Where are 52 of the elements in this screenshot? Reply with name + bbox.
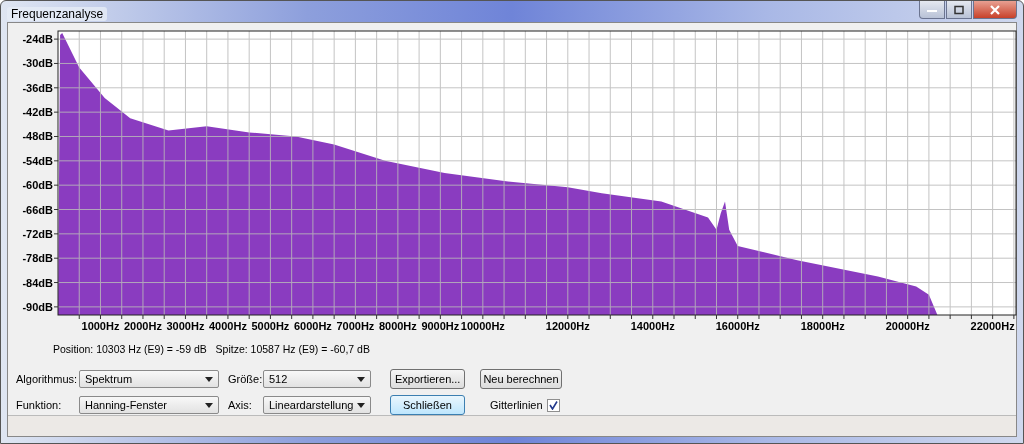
axis-label: -36dB: [22, 81, 53, 94]
maximize-button[interactable]: [946, 1, 972, 19]
field-label: Funktion:: [16, 399, 63, 411]
position-readout: Position: 10303 Hz (E9) = -59 dB Spitze: 10587 Hz (E9) = -60,7 dB: [53, 343, 371, 355]
axis-label: 3000Hz: [166, 320, 205, 332]
caret-icon: [205, 402, 213, 408]
axis-label: -24dB: [22, 33, 53, 46]
axis-label: -78dB: [22, 252, 53, 265]
axis-label: 7000Hz: [336, 320, 375, 332]
axis-label: 20000Hz: [885, 320, 930, 332]
close-icon: [988, 4, 1002, 15]
caret-icon: [205, 376, 213, 382]
field-label: Axis:: [228, 399, 253, 411]
axis-label: 14000Hz: [630, 320, 675, 332]
axis-label: 12000Hz: [545, 320, 590, 332]
field-label: Größe:: [228, 373, 263, 385]
caret-icon: [357, 402, 365, 408]
axis-label: 1000Hz: [81, 320, 120, 332]
axis-label: 18000Hz: [800, 320, 845, 332]
axis-label: 16000Hz: [715, 320, 760, 332]
window-title: Frequenzanalyse: [7, 7, 108, 21]
axis-label: -66dB: [22, 203, 53, 216]
dropdown[interactable]: Spektrum: [79, 370, 219, 388]
axis-label: -54dB: [22, 154, 53, 167]
checkbox[interactable]: [546, 398, 560, 412]
axis-label: 4000Hz: [208, 320, 247, 332]
axis-label: 22000Hz: [970, 320, 1015, 332]
minimize-button[interactable]: [919, 1, 945, 19]
dialog-button[interactable]: Neu berechnen: [480, 369, 562, 389]
dropdown[interactable]: Lineardarstellung: [263, 396, 371, 414]
axis-label: 6000Hz: [293, 320, 332, 332]
field-label: Algorithmus:: [16, 373, 79, 385]
checkbox-label: Gitterlinien: [490, 399, 543, 411]
dropdown[interactable]: 512: [263, 370, 371, 388]
caret-icon: [357, 376, 365, 382]
axis-label: -84dB: [22, 276, 53, 289]
axis-label: -30dB: [22, 57, 53, 70]
dropdown[interactable]: Hanning-Fenster: [79, 396, 219, 414]
dialog-button[interactable]: Schließen: [390, 395, 465, 415]
dialog-button[interactable]: Exportieren...: [390, 369, 465, 389]
axis-label: 10000Hz: [460, 320, 505, 332]
axis-label: -48dB: [22, 130, 53, 143]
axis-label: -90dB: [22, 300, 53, 313]
maximize-icon: [952, 4, 966, 15]
axis-label: -72dB: [22, 227, 53, 240]
axis-label: 5000Hz: [251, 320, 290, 332]
axis-label: -42dB: [22, 106, 53, 119]
axis-label: -60dB: [22, 179, 53, 192]
axis-label: 2000Hz: [124, 320, 162, 332]
axis-label: 9000Hz: [421, 320, 460, 332]
axis-label: 8000Hz: [378, 320, 417, 332]
close-button[interactable]: [973, 1, 1017, 19]
